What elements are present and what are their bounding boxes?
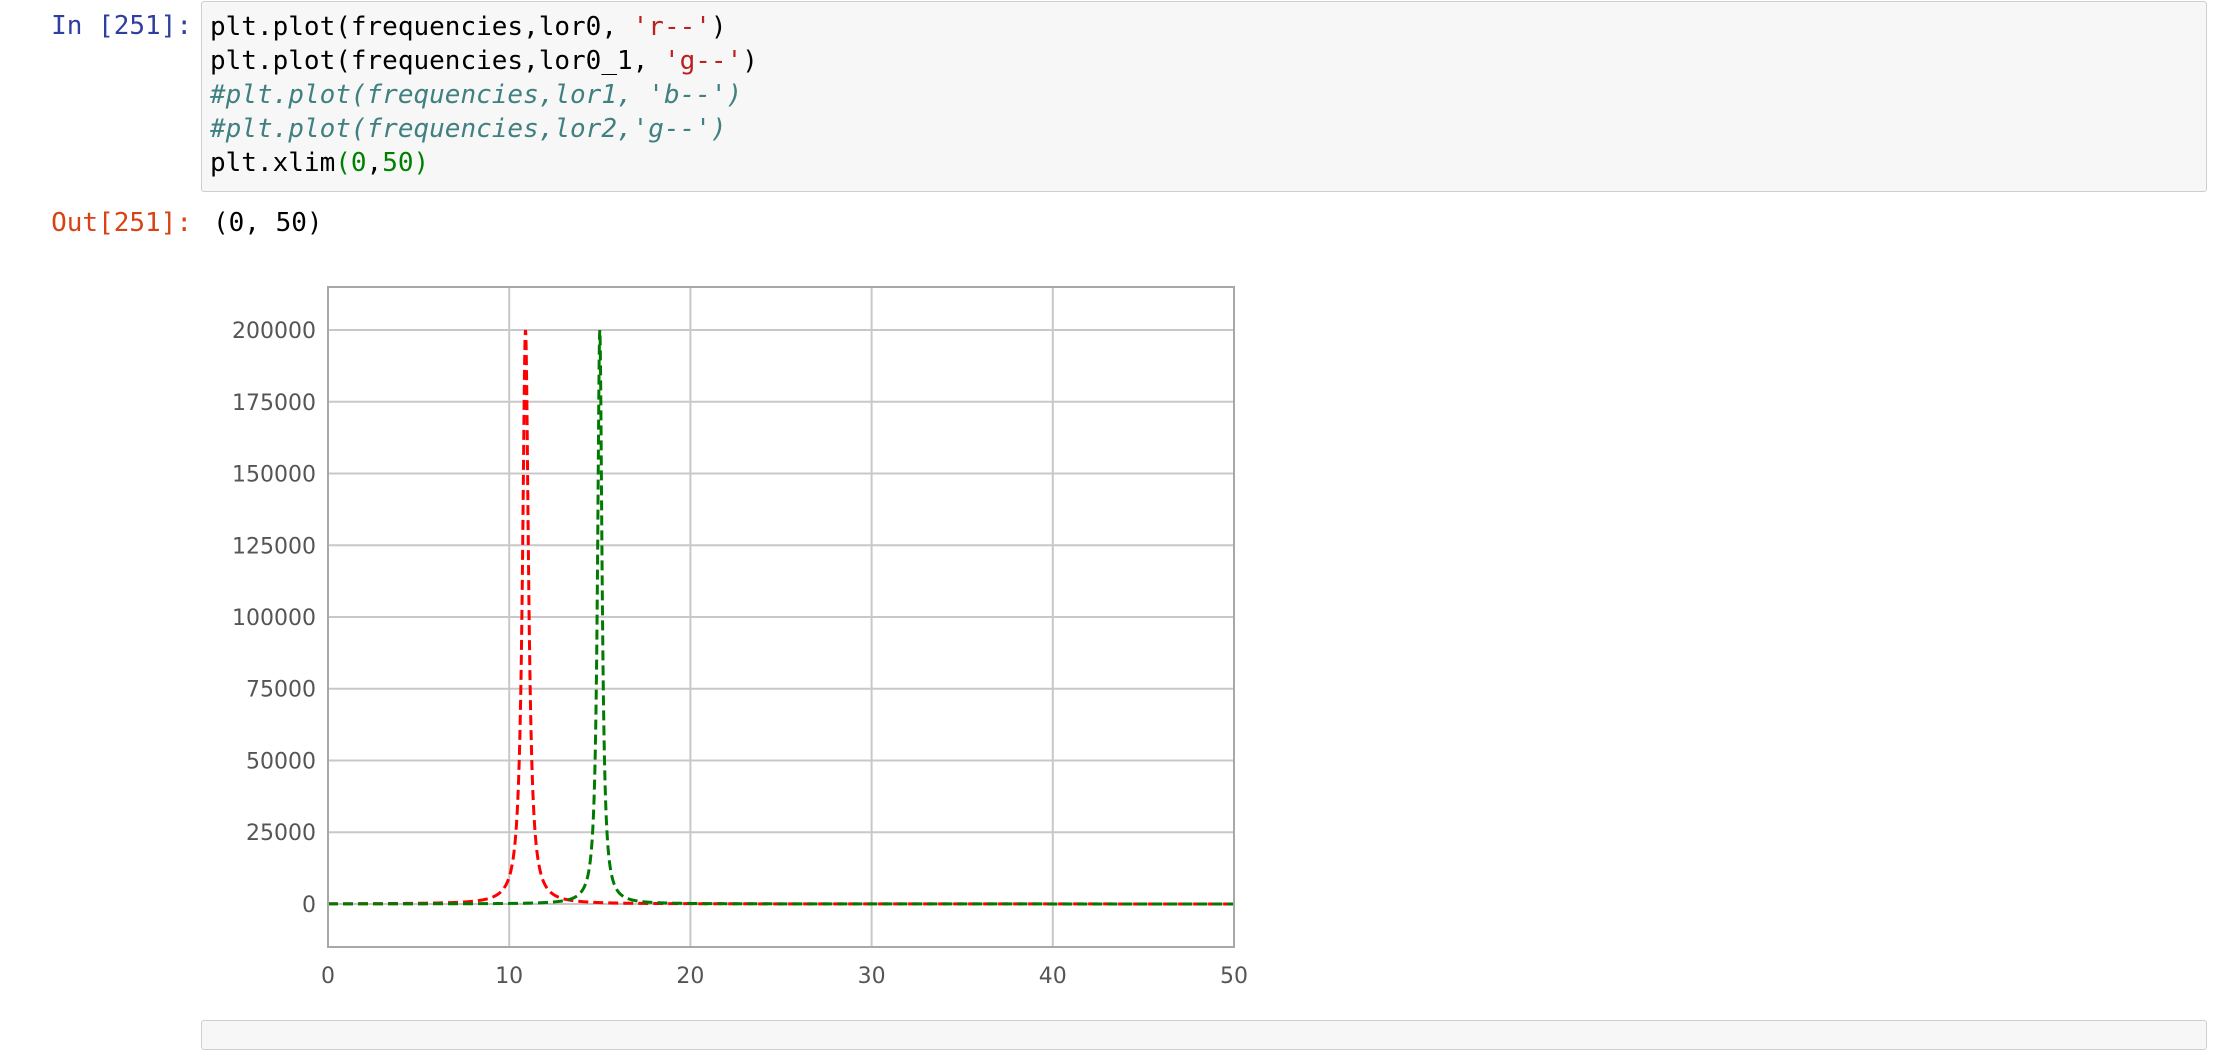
y-tick-label: 200000 xyxy=(232,319,316,344)
code-line: plt.plot(frequencies,lor0_1, 'g--') xyxy=(210,44,758,78)
y-tick-label: 150000 xyxy=(232,463,316,488)
x-tick-label: 0 xyxy=(321,964,335,989)
x-tick-label: 10 xyxy=(495,964,523,989)
line-chart: 0 10 20 30 40 50 0 25000 50000 75000 100000 125000 1… xyxy=(232,286,1248,989)
code-line: #plt.plot(frequencies,lor1, 'b--') xyxy=(210,78,758,112)
y-tick-label: 0 xyxy=(302,893,316,918)
code-token: ) xyxy=(710,12,727,42)
next-code-cell[interactable] xyxy=(201,1020,2207,1050)
code-token: plt.plot(frequencies,lor0_1, xyxy=(210,46,664,76)
code-token: , xyxy=(366,148,383,178)
x-tick-label: 20 xyxy=(676,964,704,989)
code-token: plt.plot(frequencies,lor0, xyxy=(210,12,633,42)
code-token: (0 xyxy=(335,148,367,178)
code-line: plt.plot(frequencies,lor0, 'r--') xyxy=(210,10,758,44)
y-tick-label: 175000 xyxy=(232,391,316,416)
code-editor[interactable]: plt.plot(frequencies,lor0, 'r--') plt.plo… xyxy=(210,10,758,180)
code-token: 50) xyxy=(382,148,430,178)
code-line: plt.xlim(0,50) xyxy=(210,146,758,180)
code-token: plt.xlim xyxy=(210,148,336,178)
x-tick-label: 40 xyxy=(1039,964,1067,989)
x-tick-label: 50 xyxy=(1220,964,1248,989)
code-token: #plt.plot(frequencies,lor1, 'b--') xyxy=(210,80,743,110)
code-line: #plt.plot(frequencies,lor2,'g--') xyxy=(210,112,758,146)
y-tick-label: 125000 xyxy=(232,534,316,559)
code-token: #plt.plot(frequencies,lor2,'g--') xyxy=(210,114,727,144)
y-tick-label: 75000 xyxy=(246,678,316,703)
input-prompt: In [251]: xyxy=(51,11,192,41)
x-tick-label: 30 xyxy=(858,964,886,989)
output-prompt: Out[251]: xyxy=(51,208,192,238)
code-token: ) xyxy=(742,46,758,76)
output-text: (0, 50) xyxy=(213,208,323,238)
code-token: 'g--' xyxy=(663,46,743,76)
y-tick-label: 25000 xyxy=(246,821,316,846)
y-tick-label: 50000 xyxy=(246,749,316,774)
code-token: 'r--' xyxy=(632,12,711,42)
y-tick-label: 100000 xyxy=(232,606,316,631)
